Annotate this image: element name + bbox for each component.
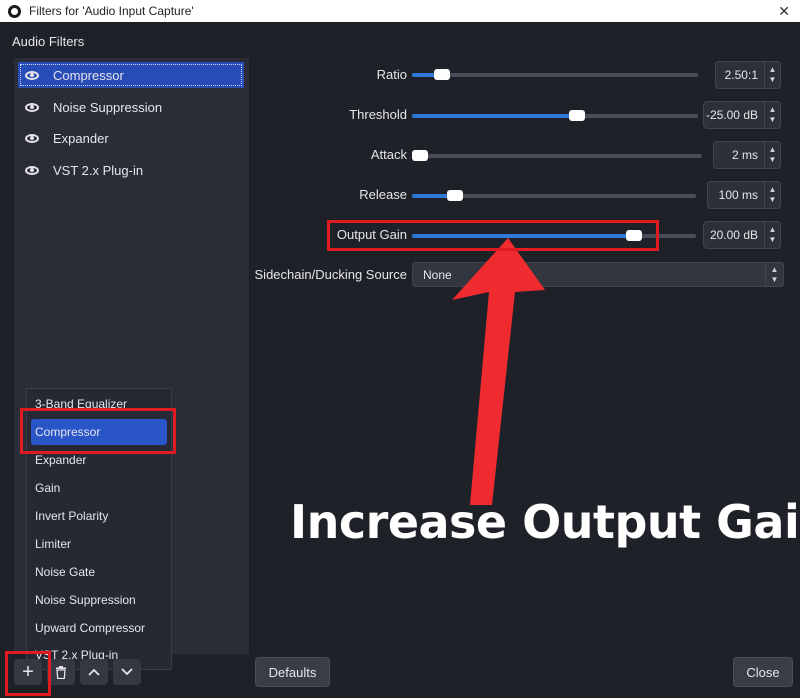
annotation-arrow <box>452 238 545 505</box>
annotation-caption: Increase Output Gain <box>290 495 800 549</box>
highlight-output-gain <box>327 220 659 251</box>
highlight-add-button <box>5 651 51 696</box>
highlight-compressor-menu-item <box>20 408 176 454</box>
